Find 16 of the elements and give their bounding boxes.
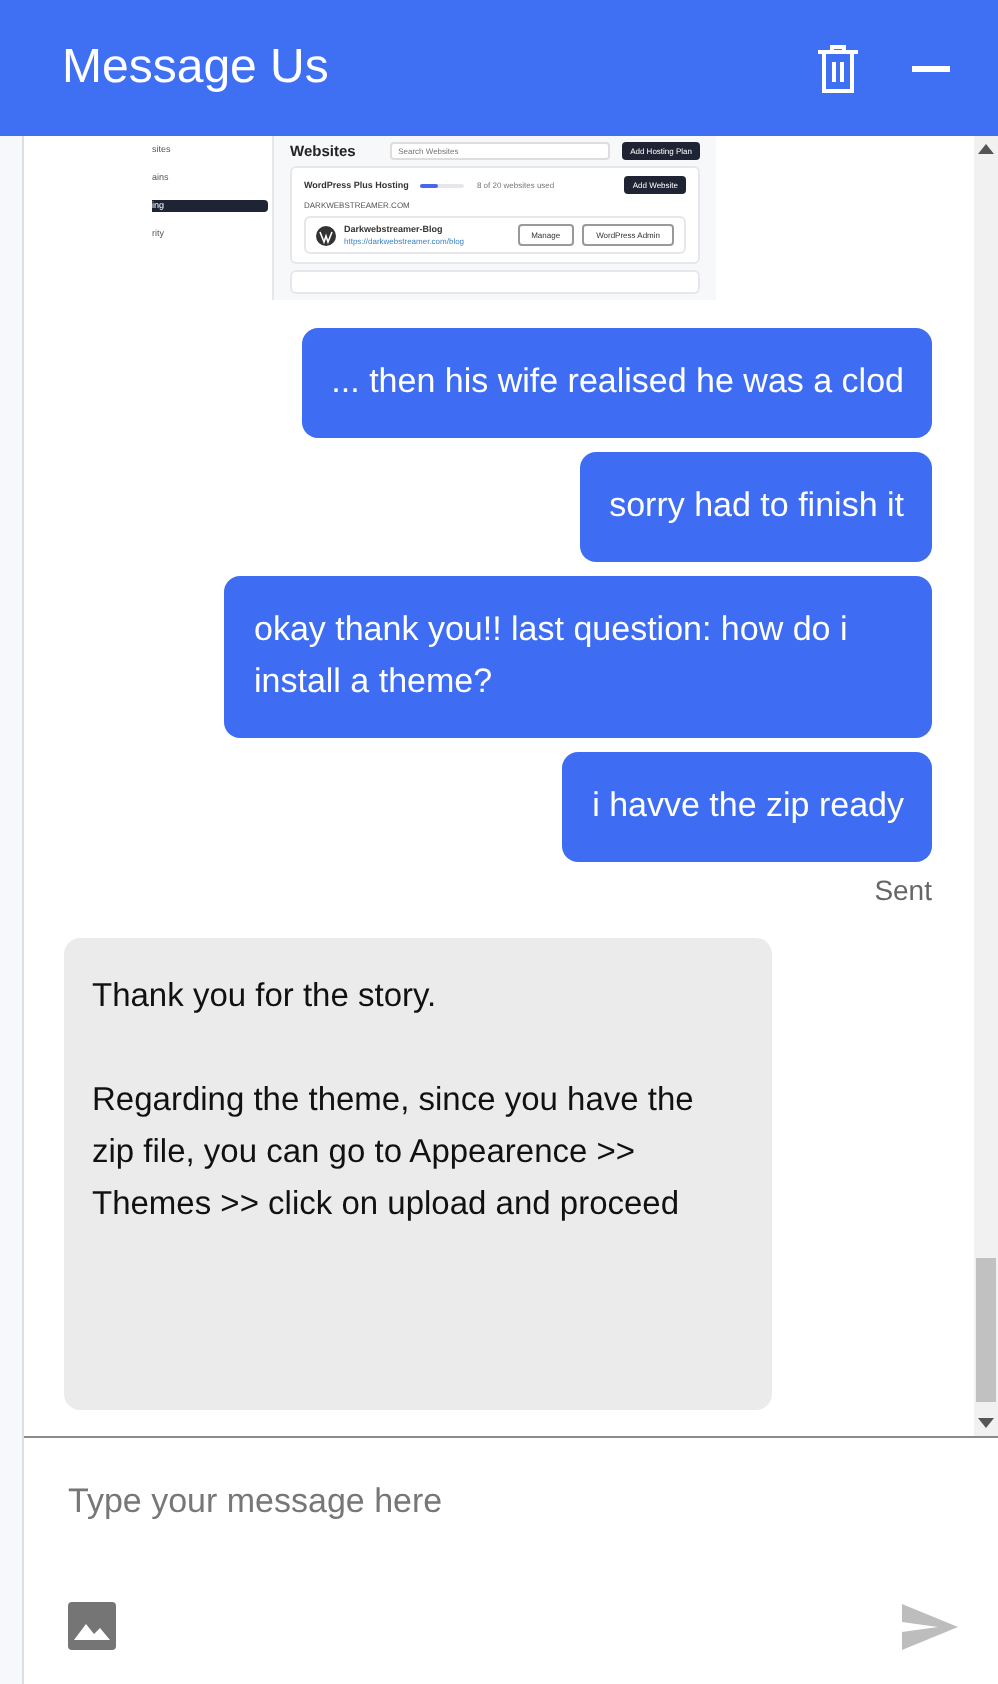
- sent-message-bubble: ... then his wife realised he was a clod: [301, 328, 932, 438]
- trash-icon[interactable]: [816, 43, 860, 93]
- minimize-icon[interactable]: [912, 65, 950, 71]
- received-message-bubble: Thank you for the story. Regarding the theme, since you have the zip file, you can go to Appearence >> Themes >> click on upload and proceed: [64, 938, 772, 1410]
- message-input[interactable]: Type your message here: [68, 1482, 958, 1522]
- scrollbar[interactable]: [974, 136, 998, 1436]
- sent-message-bubble: i havve the zip ready: [562, 752, 932, 862]
- sent-message-bubble: sorry had to finish it: [579, 452, 932, 562]
- scroll-up-icon[interactable]: [978, 144, 994, 154]
- wordpress-logo-icon: [316, 225, 336, 245]
- scrollbar-thumb[interactable]: [976, 1258, 996, 1402]
- image-icon[interactable]: [68, 1602, 116, 1656]
- chat-title: Message Us: [62, 40, 331, 96]
- scroll-down-icon[interactable]: [978, 1418, 994, 1428]
- sent-message-bubble: okay thank you!! last question: how do i install a theme?: [224, 576, 932, 738]
- delivery-status: Sent: [874, 874, 932, 906]
